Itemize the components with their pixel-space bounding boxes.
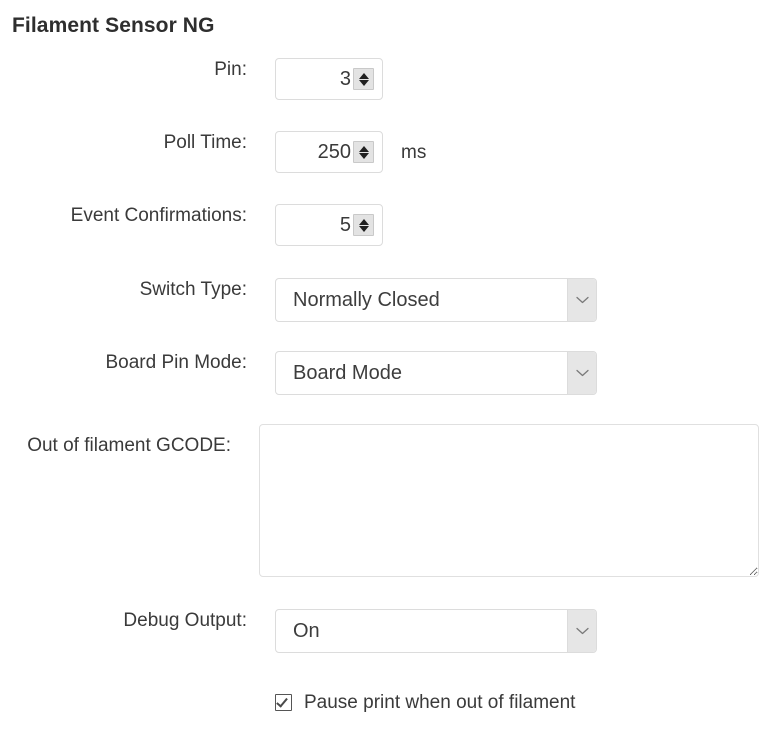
form-row-poll-time: Poll Time: 250 ms — [0, 131, 759, 173]
event-confirmations-input-value: 5 — [339, 214, 351, 236]
switch-type-label: Switch Type: — [139, 279, 247, 300]
spinner-down-arrow-icon[interactable] — [358, 225, 369, 232]
debug-output-select[interactable]: On — [275, 609, 597, 653]
filament-sensor-settings-panel: Filament Sensor NG Pin: 3 Poll Time: 250 — [0, 0, 759, 750]
poll-time-control: 250 ms — [275, 131, 426, 173]
debug-output-select-arrow[interactable] — [567, 610, 596, 652]
pause-print-checkbox-row[interactable]: Pause print when out of filament — [275, 693, 575, 712]
board-pin-mode-select-arrow[interactable] — [567, 352, 596, 394]
form-row-board-pin-mode: Board Pin Mode: Board Mode — [0, 351, 759, 395]
pin-input-value: 3 — [339, 68, 351, 90]
switch-type-select[interactable]: Normally Closed — [275, 278, 597, 322]
chevron-down-icon — [575, 296, 589, 304]
switch-type-select-value: Normally Closed — [293, 290, 440, 310]
pin-stepper[interactable] — [353, 68, 374, 90]
form-row-event-confirmations: Event Confirmations: 5 — [0, 204, 759, 246]
form-row-pin: Pin: 3 — [0, 58, 759, 100]
pause-print-checkbox-label[interactable]: Pause print when out of filament — [304, 693, 575, 712]
spinner-up-arrow-icon[interactable] — [358, 145, 369, 152]
form-row-out-of-filament-gcode: Out of filament GCODE: — [0, 424, 759, 577]
poll-time-stepper[interactable] — [353, 141, 374, 163]
event-confirmations-stepper[interactable] — [353, 214, 374, 236]
form-row-debug-output: Debug Output: On — [0, 609, 759, 653]
poll-time-label: Poll Time: — [163, 132, 247, 153]
page-title: Filament Sensor NG — [12, 14, 215, 37]
event-confirmations-label: Event Confirmations: — [70, 205, 247, 226]
out-of-filament-gcode-label: Out of filament GCODE: — [27, 435, 231, 456]
event-confirmations-control: 5 — [275, 204, 383, 246]
spinner-down-arrow-icon[interactable] — [358, 79, 369, 86]
debug-output-control: On — [275, 609, 597, 653]
switch-type-control: Normally Closed — [275, 278, 597, 322]
pin-input[interactable]: 3 — [275, 58, 383, 100]
board-pin-mode-control: Board Mode — [275, 351, 597, 395]
chevron-down-icon — [575, 627, 589, 635]
board-pin-mode-label: Board Pin Mode: — [105, 352, 247, 373]
checkmark-icon — [276, 695, 288, 708]
spinner-down-arrow-icon[interactable] — [358, 152, 369, 159]
poll-time-input[interactable]: 250 — [275, 131, 383, 173]
debug-output-label: Debug Output: — [123, 610, 247, 631]
debug-output-select-value: On — [293, 621, 320, 641]
spinner-up-arrow-icon[interactable] — [358, 72, 369, 79]
event-confirmations-input[interactable]: 5 — [275, 204, 383, 246]
board-pin-mode-select[interactable]: Board Mode — [275, 351, 597, 395]
chevron-down-icon — [575, 369, 589, 377]
out-of-filament-gcode-control — [259, 424, 759, 577]
pause-print-checkbox[interactable] — [275, 694, 292, 711]
poll-time-unit: ms — [401, 141, 427, 163]
switch-type-select-arrow[interactable] — [567, 279, 596, 321]
pin-label: Pin: — [214, 59, 247, 80]
form-row-switch-type: Switch Type: Normally Closed — [0, 278, 759, 322]
poll-time-input-value: 250 — [317, 141, 351, 163]
board-pin-mode-select-value: Board Mode — [293, 363, 402, 383]
out-of-filament-gcode-textarea[interactable] — [259, 424, 759, 577]
pin-control: 3 — [275, 58, 383, 100]
spinner-up-arrow-icon[interactable] — [358, 218, 369, 225]
